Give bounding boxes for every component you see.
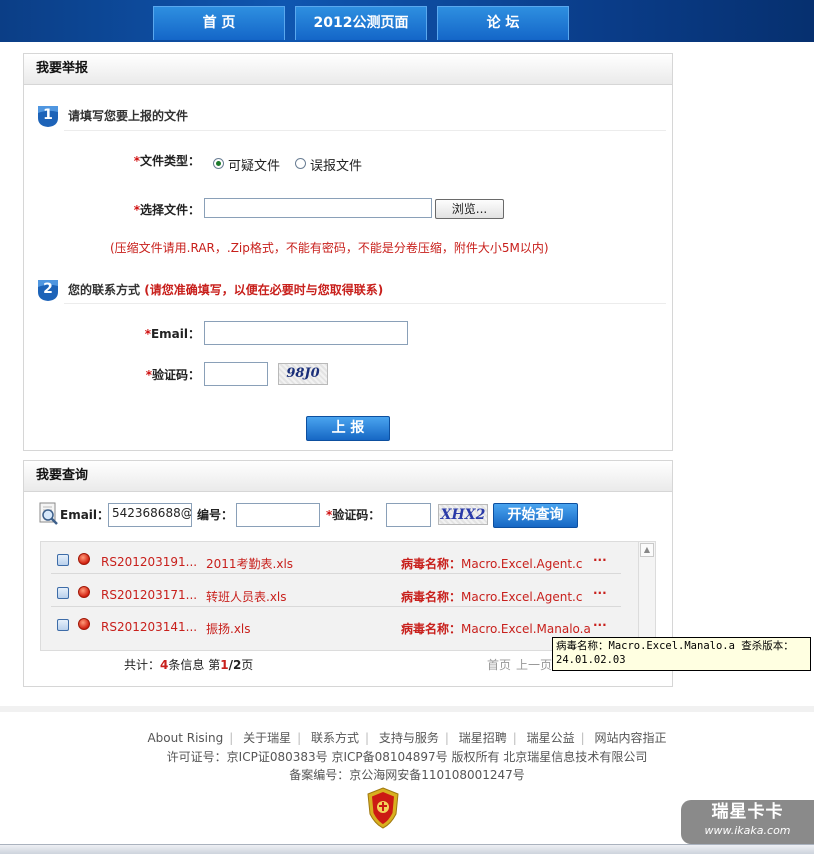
divider (64, 303, 666, 304)
step-1-number: 1 (43, 107, 53, 123)
footer-link-feedback[interactable]: 网站内容指正 (595, 731, 667, 745)
scroll-up-arrow-icon[interactable]: ▲ (640, 543, 654, 557)
query-email-input[interactable]: 542368688@q (108, 503, 192, 527)
start-query-button[interactable]: 开始查询 (493, 503, 578, 528)
virus-name: 病毒名称：Macro.Excel.Agent.c (401, 590, 583, 604)
virus-tooltip: 病毒名称：Macro.Excel.Manalo.a 查杀版本： 24.01.02… (552, 637, 811, 671)
file-name[interactable]: 转班人员表.xls (206, 588, 287, 605)
virus-name: 病毒名称：Macro.Excel.Manalo.a (401, 622, 591, 636)
more-link[interactable]: ··· (593, 618, 607, 632)
query-captcha-image[interactable]: XHX2 (438, 504, 488, 525)
browse-button[interactable]: 浏览... (435, 199, 504, 219)
row-checkbox-icon[interactable] (57, 619, 69, 631)
report-captcha-label: *验证码： (145, 368, 200, 382)
nav-tab-home[interactable]: 首 页 (153, 6, 285, 40)
row-checkbox-icon[interactable] (57, 554, 69, 566)
results-summary: 共计：4条信息 第1/2页 (124, 658, 254, 672)
police-badge-icon[interactable] (365, 786, 401, 830)
virus-alert-icon (78, 618, 90, 630)
query-captcha-label: *验证码： (326, 508, 381, 522)
search-icon (39, 502, 58, 525)
report-panel-title: 我要举报 (24, 54, 672, 85)
step-2-title: 您的联系方式 (请您准确填写，以便在必要时与您取得联系) (68, 283, 384, 297)
report-panel: 我要举报 1 请填写您要上报的文件 *文件类型： 可疑文件 误报文件 *选择文件… (23, 53, 673, 451)
table-row[interactable]: RS201203191... 2011考勤表.xls 病毒名称：Macro.Ex… (41, 542, 641, 574)
footer-link-contact[interactable]: 联系方式 (311, 731, 359, 745)
footer-link-support[interactable]: 支持与服务 (379, 731, 439, 745)
report-captcha-image[interactable]: 98J0 (278, 363, 328, 385)
query-captcha-input[interactable] (386, 503, 431, 527)
nav-tab-2012-beta[interactable]: 2012公测页面 (295, 6, 427, 40)
report-email-input[interactable] (204, 321, 408, 345)
report-captcha-input[interactable] (204, 362, 268, 386)
query-id-input[interactable] (236, 503, 320, 527)
footer-link-about-rising[interactable]: 关于瑞星 (243, 731, 291, 745)
more-link[interactable]: ··· (593, 586, 607, 600)
row-checkbox-icon[interactable] (57, 587, 69, 599)
radio-suspicious-file[interactable] (213, 158, 224, 169)
choose-file-label: *选择文件： (133, 203, 200, 217)
footer-license: 许可证号：京ICP证080383号 京ICP备08104897号 版权所有 北京… (166, 750, 648, 764)
query-panel-title: 我要查询 (24, 461, 672, 492)
nav-tab-forum[interactable]: 论 坛 (437, 6, 569, 40)
report-id[interactable]: RS201203141... (101, 620, 197, 634)
file-path-input[interactable] (204, 198, 432, 218)
virus-alert-icon (78, 553, 90, 565)
report-id[interactable]: RS201203191... (101, 555, 197, 569)
step-2-number: 2 (43, 281, 53, 297)
ikaka-watermark: 瑞星卡卡 www.ikaka.com (681, 800, 814, 844)
virus-alert-icon (78, 586, 90, 598)
radio-false-positive-file[interactable] (295, 158, 306, 169)
file-name[interactable]: 2011考勤表.xls (206, 555, 293, 572)
table-row[interactable]: RS201203141... 振扬.xls 病毒名称：Macro.Excel.M… (41, 608, 641, 640)
file-type-label: *文件类型： (133, 154, 200, 168)
radio-false-positive-label: 误报文件 (310, 159, 363, 174)
upload-note: (压缩文件请用.RAR，.Zip格式，不能有密码，不能是分卷压缩，附件大小5M以… (110, 241, 549, 255)
virus-name: 病毒名称：Macro.Excel.Agent.c (401, 557, 583, 571)
results-list: RS201203191... 2011考勤表.xls 病毒名称：Macro.Ex… (40, 541, 656, 651)
footer-link-jobs[interactable]: 瑞星招聘 (459, 731, 507, 745)
footer-link-charity[interactable]: 瑞星公益 (527, 731, 575, 745)
step-1-title: 请填写您要上报的文件 (68, 109, 189, 123)
results-scrollbar[interactable]: ▲ (638, 542, 655, 650)
pager-prev[interactable]: 上一页 (516, 656, 552, 673)
more-link[interactable]: ··· (593, 553, 607, 567)
report-id[interactable]: RS201203171... (101, 588, 197, 602)
footer-divider (0, 706, 814, 712)
pager-first[interactable]: 首页 (487, 656, 511, 673)
footer-link-about[interactable]: About Rising (147, 731, 223, 745)
footer-links: About Rising | 关于瑞星 | 联系方式 | 支持与服务 | 瑞星招聘 | 瑞… (147, 731, 667, 745)
divider (64, 130, 666, 131)
radio-suspicious-label: 可疑文件 (228, 159, 281, 174)
file-name[interactable]: 振扬.xls (206, 620, 251, 637)
submit-report-button[interactable]: 上 报 (306, 416, 390, 441)
report-email-label: *Email： (144, 327, 200, 341)
query-email-label: Email： (60, 508, 110, 522)
footer-record: 备案编号：京公海网安备110108001247号 (289, 768, 525, 782)
table-row[interactable]: RS201203171... 转班人员表.xls 病毒名称：Macro.Exce… (41, 575, 641, 607)
query-id-label: 编号： (197, 508, 234, 522)
